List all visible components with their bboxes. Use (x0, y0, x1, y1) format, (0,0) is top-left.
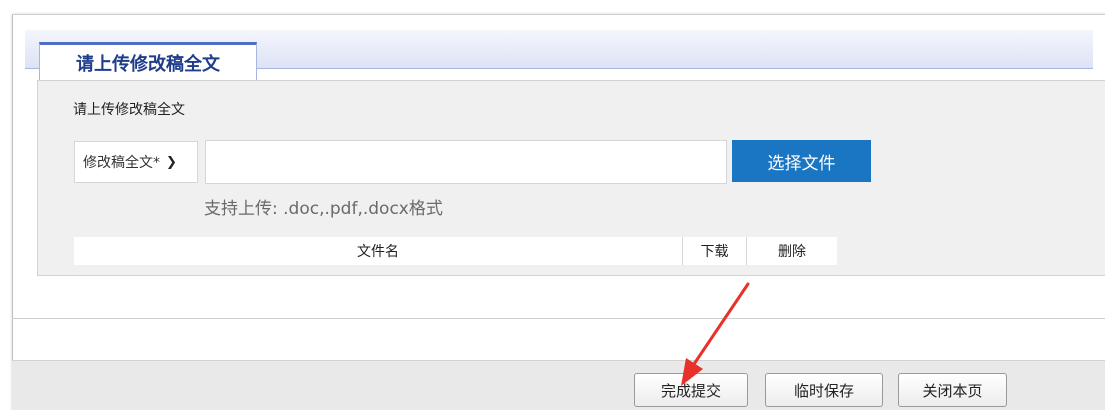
column-header-delete: 删除 (778, 244, 806, 260)
chevron-down-icon: ❯ (166, 154, 177, 170)
file-path-input[interactable] (205, 140, 727, 184)
close-page-button[interactable]: 关闭本页 (898, 373, 1007, 407)
temp-save-button[interactable]: 临时保存 (765, 373, 883, 407)
tab-upload-revision[interactable]: 请上传修改稿全文 (39, 42, 257, 80)
tab-strip: 请上传修改稿全文 (25, 30, 1093, 80)
section-divider (12, 318, 1105, 319)
column-header-filename: 文件名 (74, 237, 683, 265)
file-type-select[interactable]: 修改稿全文* ❯ (74, 141, 198, 183)
upload-panel: 请上传修改稿全文 修改稿全文* ❯ 选择文件 支持上传: .doc,.pdf,.… (37, 80, 1105, 276)
file-type-selected-value: 修改稿全文* (83, 155, 160, 171)
submit-button[interactable]: 完成提交 (634, 373, 748, 407)
file-table-header: 文件名 下载 删除 (74, 237, 837, 265)
supported-formats-hint: 支持上传: .doc,.pdf,.docx格式 (204, 199, 443, 219)
upload-panel-title: 请上传修改稿全文 (73, 102, 185, 118)
column-header-download: 下载 (683, 237, 747, 265)
tab-label: 请上传修改稿全文 (76, 53, 220, 75)
choose-file-button[interactable]: 选择文件 (732, 140, 871, 182)
